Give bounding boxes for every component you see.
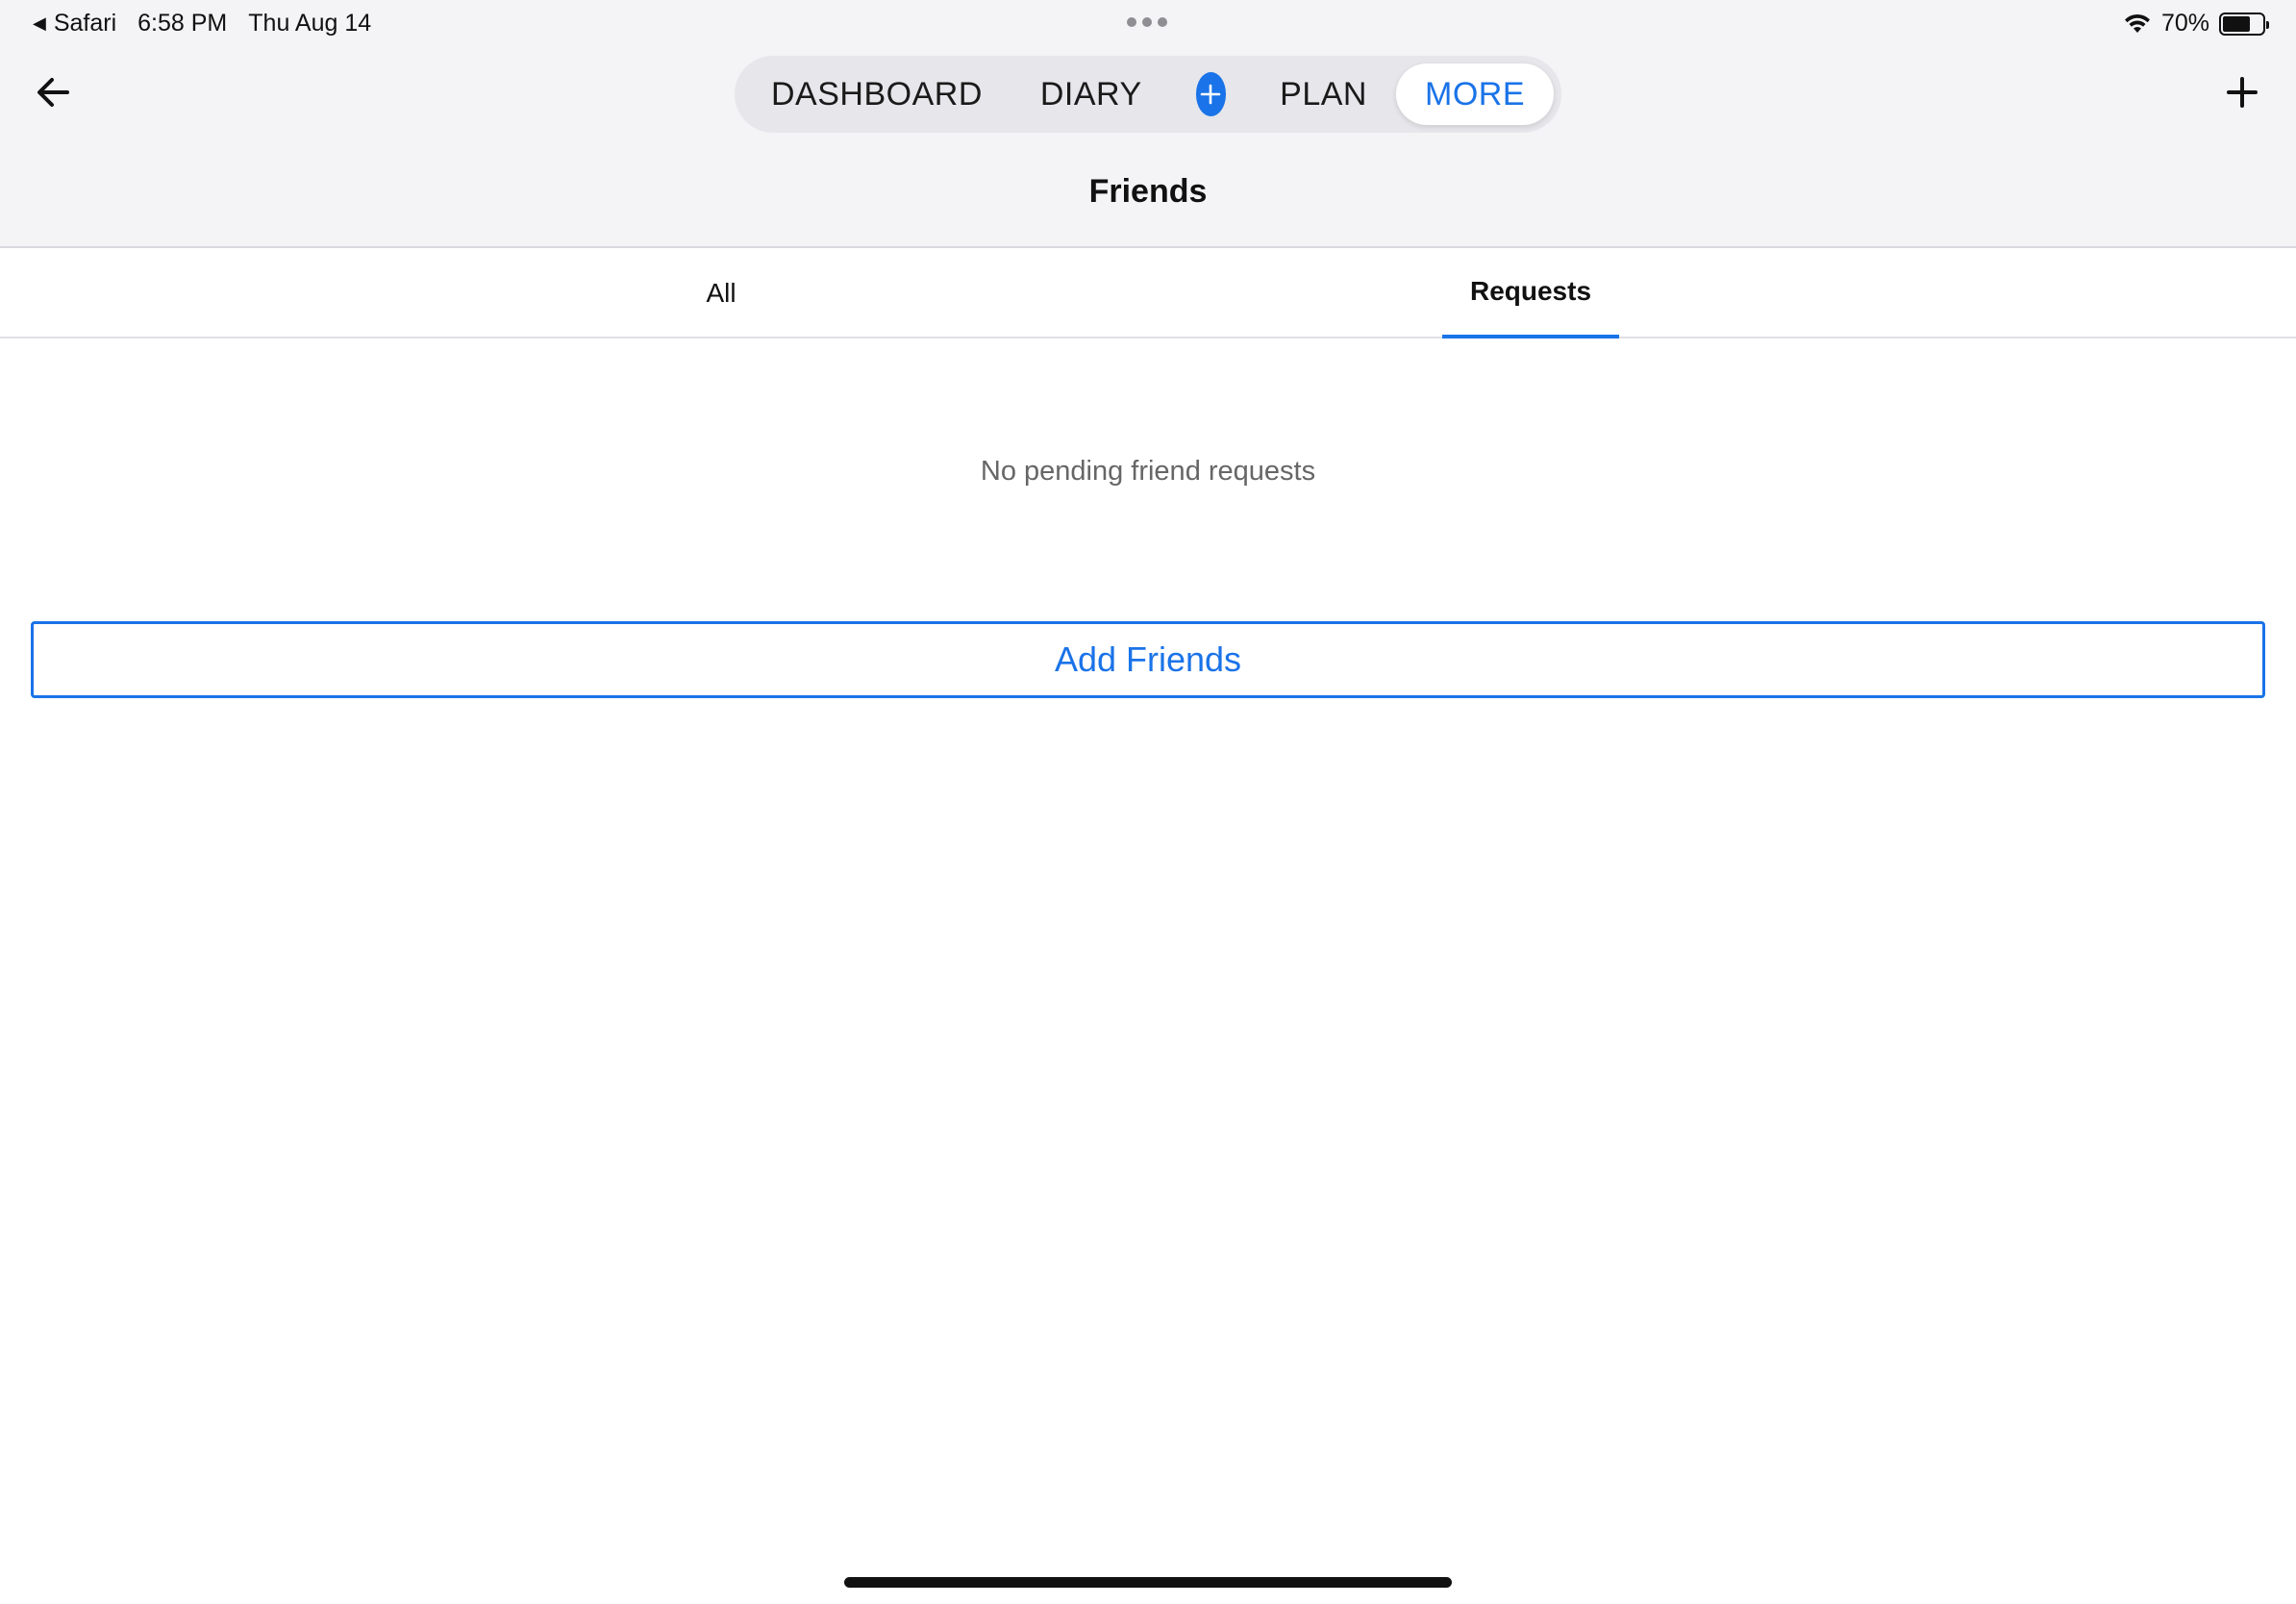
status-bar: ◀ Safari 6:58 PM Thu Aug 14 70% xyxy=(0,0,2296,48)
status-time: 6:58 PM xyxy=(137,10,228,37)
nav-diary[interactable]: DIARY xyxy=(1011,63,1171,125)
plus-icon xyxy=(1201,84,1221,105)
main-nav: DASHBOARD DIARY PLAN MORE xyxy=(735,56,1561,133)
dot xyxy=(1142,17,1152,27)
nav-plan[interactable]: PLAN xyxy=(1251,63,1396,125)
quick-add-button[interactable] xyxy=(1195,72,1227,116)
battery-percent: 70% xyxy=(2160,10,2209,37)
friends-tabs: All Requests xyxy=(0,248,2296,338)
dot xyxy=(1127,17,1136,27)
empty-state-message: No pending friend requests xyxy=(980,456,1316,487)
status-left[interactable]: ◀ Safari 6:58 PM Thu Aug 14 xyxy=(33,10,371,38)
back-app-label: Safari xyxy=(53,10,117,37)
home-indicator[interactable] xyxy=(844,1577,1452,1588)
dot xyxy=(1158,17,1167,27)
plus-icon[interactable] xyxy=(2221,71,2263,113)
wifi-icon xyxy=(2124,13,2150,33)
multitasking-dots[interactable] xyxy=(1127,17,1167,27)
battery-icon xyxy=(2219,12,2269,36)
add-friends-button[interactable]: Add Friends xyxy=(31,621,2265,698)
tab-all[interactable]: All xyxy=(625,248,817,338)
status-date: Thu Aug 14 xyxy=(248,10,372,37)
top-bar: ◀ Safari 6:58 PM Thu Aug 14 70% DASHBOAR… xyxy=(0,0,2296,248)
battery-fill xyxy=(2223,15,2250,32)
nav-dashboard[interactable]: DASHBOARD xyxy=(742,63,1011,125)
tab-requests[interactable]: Requests xyxy=(1442,248,1619,338)
status-right: 70% xyxy=(2123,10,2269,38)
arrow-left-icon[interactable] xyxy=(33,71,75,113)
nav-more[interactable]: MORE xyxy=(1396,63,1554,125)
page-title: Friends xyxy=(1088,173,1208,210)
back-to-app-icon: ◀ xyxy=(33,13,46,33)
